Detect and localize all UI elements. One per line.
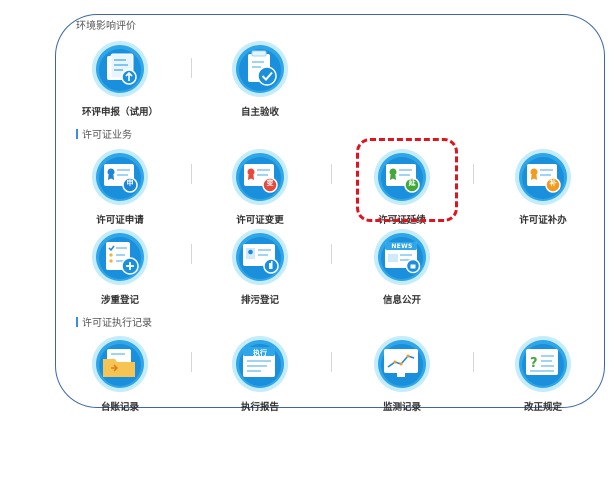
folder-icon xyxy=(92,336,148,392)
tile-permit-change[interactable]: 变 许可证变更 xyxy=(210,148,310,228)
tile-info-public-label: 信息公开 xyxy=(382,295,421,306)
certificate-apply-icon xyxy=(92,149,148,205)
badge-change: 变 xyxy=(266,179,274,187)
badge-reissue: 补 xyxy=(549,179,557,187)
separator xyxy=(331,164,332,184)
section-title-env-text: 环境影响评价 xyxy=(76,21,136,32)
highlight-dashed-box xyxy=(356,138,458,222)
tile-exec-report[interactable]: 执行 执行报告 xyxy=(210,335,310,415)
tile-self-acceptance[interactable]: 自主验收 xyxy=(210,40,310,120)
report-icon xyxy=(232,336,288,392)
tile-permit-change-label: 许可证变更 xyxy=(236,215,284,226)
tile-eia-report[interactable]: 环评申报（试用） xyxy=(70,40,170,120)
separator xyxy=(191,164,192,184)
separator xyxy=(191,58,192,78)
separator xyxy=(473,164,474,184)
separator xyxy=(331,244,332,264)
tile-monitor-record[interactable]: 监测记录 xyxy=(352,335,452,415)
tile-eia-report-label: 环评申报（试用） xyxy=(81,107,158,118)
tile-info-public[interactable]: NEWS 信息公开 xyxy=(352,228,452,308)
tile-permit-apply-label: 许可证申请 xyxy=(96,215,144,226)
tile-rectify-rules-label: 改正规定 xyxy=(523,402,562,413)
tile-exec-report-label: 执行报告 xyxy=(240,402,279,413)
tile-permit-apply[interactable]: 申 许可证申请 xyxy=(70,148,170,228)
tile-involve-register[interactable]: 涉重登记 xyxy=(70,228,170,308)
tile-ledger-record[interactable]: 台账记录 xyxy=(70,335,170,415)
certificate-reissue-icon xyxy=(515,149,571,205)
separator xyxy=(473,352,474,372)
tile-discharge-register[interactable]: 排污登记 xyxy=(210,228,310,308)
tile-rectify-rules[interactable]: ? 改正规定 xyxy=(493,335,593,415)
tile-discharge-register-label: 排污登记 xyxy=(240,295,279,306)
upload-document-icon xyxy=(92,41,148,97)
section-title-permit: 许可证业务 xyxy=(76,126,132,141)
section-title-env: 环境影响评价 xyxy=(76,17,136,32)
tile-permit-reissue[interactable]: 补 许可证补办 xyxy=(493,148,593,228)
checklist-add-icon xyxy=(92,229,148,285)
tile-monitor-record-label: 监测记录 xyxy=(382,402,421,413)
separator xyxy=(191,352,192,372)
exec-header-text: 执行 xyxy=(253,349,267,357)
tile-involve-register-label: 涉重登记 xyxy=(100,295,139,306)
checkmark-clipboard-icon xyxy=(232,41,288,97)
tile-ledger-record-label: 台账记录 xyxy=(100,402,139,413)
id-card-hand-icon xyxy=(232,229,288,285)
separator xyxy=(331,352,332,372)
news-text: NEWS xyxy=(391,243,413,250)
section-title-bar xyxy=(76,129,78,139)
certificate-change-icon xyxy=(232,149,288,205)
svg-text:?: ? xyxy=(530,356,538,371)
section-title-bar xyxy=(76,317,78,327)
badge-apply: 申 xyxy=(126,179,134,187)
separator xyxy=(191,244,192,264)
section-title-exec-text: 许可证执行记录 xyxy=(82,318,152,329)
question-document-icon: ? xyxy=(515,336,571,392)
tile-permit-reissue-label: 许可证补办 xyxy=(519,215,567,226)
section-title-exec: 许可证执行记录 xyxy=(76,314,152,329)
news-icon xyxy=(374,229,430,285)
section-title-permit-text: 许可证业务 xyxy=(82,130,132,141)
tile-self-acceptance-label: 自主验收 xyxy=(240,107,279,118)
line-chart-icon xyxy=(374,336,430,392)
